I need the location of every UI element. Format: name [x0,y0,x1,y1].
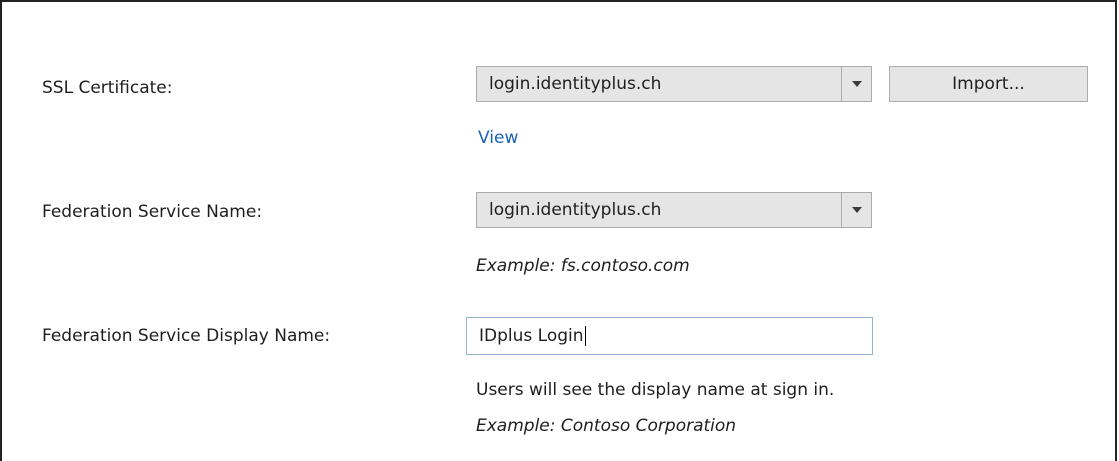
federation-service-display-name-example: Example: Contoso Corporation [476,416,737,436]
ssl-certificate-label: SSL Certificate: [42,78,173,98]
view-certificate-link[interactable]: View [478,128,518,148]
federation-service-name-dropdown-button[interactable] [842,193,871,227]
chevron-down-icon [852,207,862,213]
display-name-help-text: Users will see the display name at sign … [476,380,835,400]
federation-service-display-name-input[interactable]: IDplus Login [466,317,873,355]
ssl-certificate-dropdown[interactable]: login.identityplus.ch [476,66,872,102]
chevron-down-icon [852,81,862,87]
ssl-certificate-selected-value: login.identityplus.ch [489,74,662,94]
federation-service-name-label: Federation Service Name: [42,202,263,222]
federation-service-display-name-label: Federation Service Display Name: [42,326,331,346]
federation-service-name-example: Example: fs.contoso.com [476,256,690,276]
federation-service-name-selected-value: login.identityplus.ch [489,200,662,220]
federation-service-name-dropdown[interactable]: login.identityplus.ch [476,192,872,228]
ssl-certificate-dropdown-button[interactable] [842,67,871,101]
import-button[interactable]: Import... [889,66,1088,102]
display-name-value-wrapper: IDplus Login [479,326,586,346]
display-name-value: IDplus Login [479,326,584,346]
wizard-page-frame: SSL Certificate: login.identityplus.ch I… [0,0,1117,461]
text-caret [584,326,586,346]
